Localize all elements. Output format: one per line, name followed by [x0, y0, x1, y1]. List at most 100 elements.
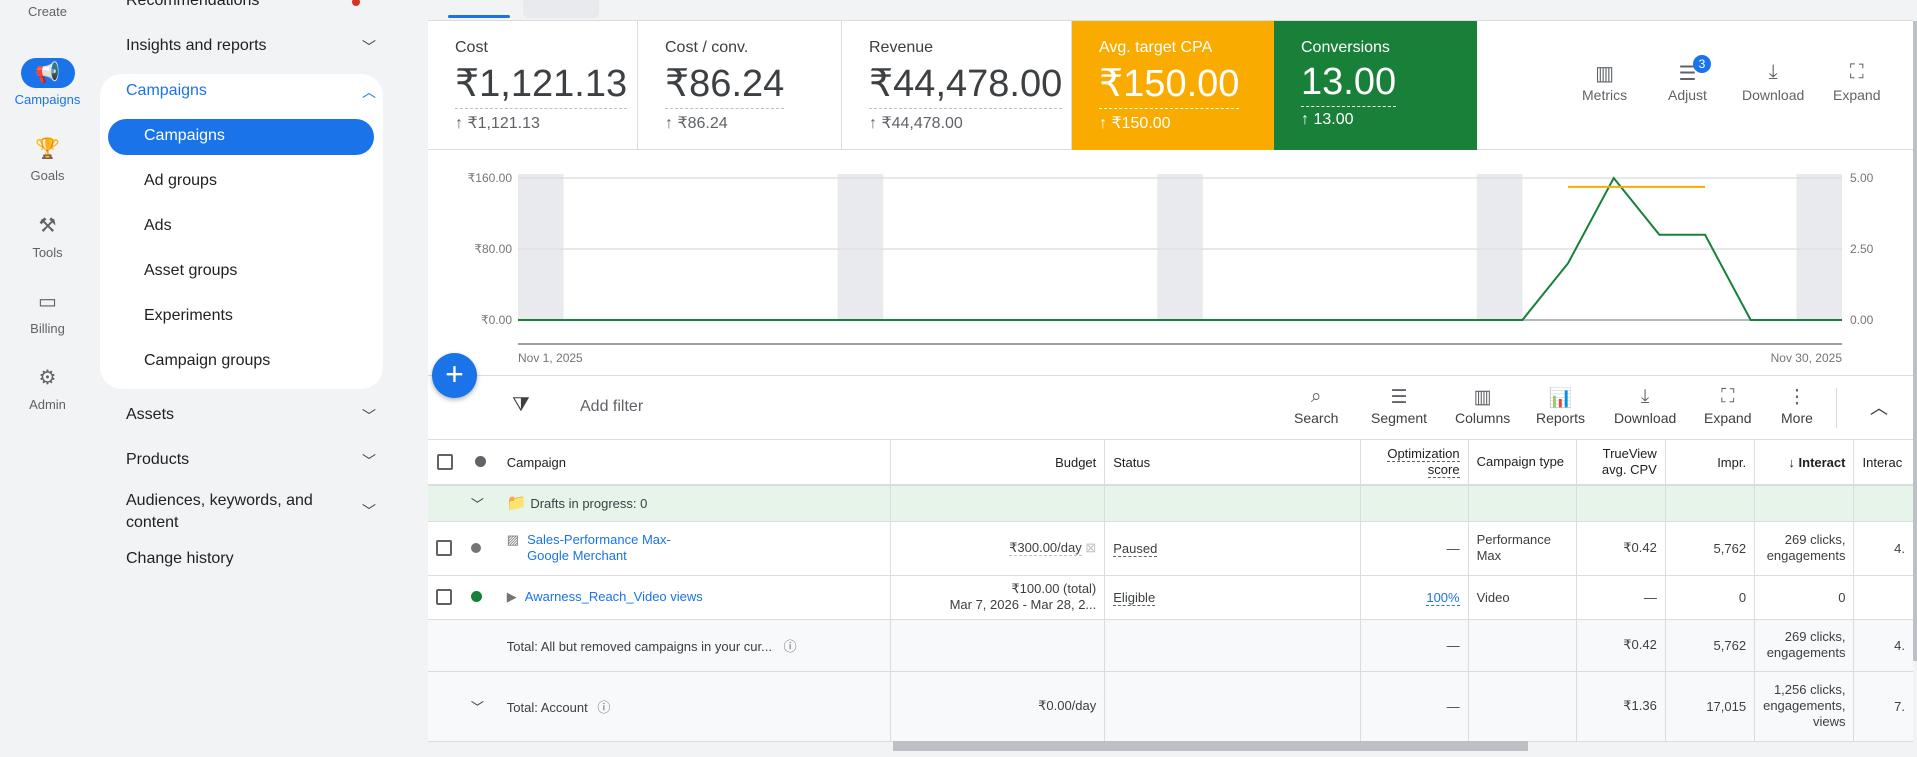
columns-icon: ▥ [1473, 387, 1492, 408]
col-campaign-type[interactable]: Campaign type [1468, 440, 1578, 486]
left-axis-tick: ₹80.00 [474, 242, 512, 256]
search-icon: ⌕ [1310, 386, 1322, 407]
status-filter-dot[interactable] [475, 455, 487, 467]
horizontal-scrollbar[interactable] [893, 741, 1528, 751]
col-interaction-rate[interactable]: Interac [1853, 440, 1913, 486]
add-chart-icon: ▥ [1595, 63, 1615, 85]
card-revenue[interactable]: Revenue ₹44,478.00 ↑ ₹44,478.00 [842, 21, 1072, 150]
weekend-band [1796, 174, 1842, 320]
card-conversions[interactable]: Conversions 13.00 ↑ 13.00 [1274, 21, 1477, 150]
columns-button[interactable]: ▥ Columns [1455, 386, 1510, 426]
nav-sub-ads[interactable]: Ads [144, 217, 394, 235]
status-value[interactable]: Paused [1113, 540, 1158, 557]
expand-button[interactable]: ⛶ Expand [1833, 61, 1880, 103]
nav-sub-campaigns[interactable]: Campaigns [144, 127, 394, 145]
help-icon[interactable]: ⓘ [597, 700, 610, 715]
nav-label: Ad groups [144, 172, 217, 189]
rail-goals[interactable]: 🏆 Goals [0, 134, 95, 183]
col-campaign[interactable]: Campaign [498, 440, 892, 486]
vertical-scrollbar[interactable] [1913, 21, 1917, 661]
rail-campaigns[interactable]: 📢 Campaigns [0, 58, 95, 107]
rail-billing[interactable]: ▭ Billing [0, 287, 95, 336]
status-value[interactable]: Eligible [1113, 589, 1156, 606]
tb-label: Segment [1371, 410, 1428, 426]
drafts-row[interactable]: ﹀ 📁 Drafts in progress: 0 [428, 485, 1913, 522]
rail-label: Campaigns [14, 92, 81, 107]
add-filter-button[interactable]: Add filter [580, 398, 643, 416]
table-toolbar: ⧩ Add filter ⌕ Search ☰ Segment ▥ Columns 📊… [428, 375, 1913, 440]
nav-recommendations[interactable]: Recommendations [126, 0, 376, 10]
col-interactions[interactable]: ↓ Interact [1754, 440, 1855, 486]
nav-label: Campaigns [144, 127, 225, 144]
col-optimization-score[interactable]: Optimization score [1360, 440, 1469, 486]
reports-button[interactable]: 📊 Reports [1536, 386, 1585, 426]
search-button[interactable]: ⌕ Search [1294, 386, 1338, 426]
col-impr[interactable]: Impr. [1665, 440, 1756, 486]
nav-audiences[interactable]: Audiences, keywords, and content ﹀ [126, 490, 376, 534]
budget-value[interactable]: ₹300.00/day [1009, 540, 1082, 556]
segment-button[interactable]: ☰ Segment [1371, 386, 1427, 426]
nav-label: Insights and reports [126, 37, 267, 54]
nav-sub-experiments[interactable]: Experiments [144, 307, 394, 325]
campaign-link[interactable]: Awarness_Reach_Video views [525, 589, 703, 604]
expand-chevron-icon[interactable]: ﹀ [462, 485, 499, 522]
download-button[interactable]: ⤓ Download [1742, 61, 1804, 103]
create-button[interactable]: Create [0, 4, 95, 19]
card-cost[interactable]: Cost ₹1,121.13 ↑ ₹1,121.13 [428, 21, 638, 150]
active-tab-indicator[interactable] [448, 15, 510, 18]
collapse-chevron-up-icon[interactable]: ︿ [1870, 394, 1888, 420]
expand-table-button[interactable]: ⛶ Expand [1704, 386, 1751, 426]
tab[interactable] [523, 0, 599, 18]
rail-admin[interactable]: ⚙ Admin [0, 363, 95, 412]
nav-sub-campaign-groups[interactable]: Campaign groups [144, 352, 394, 370]
metrics-button[interactable]: ▥ Metrics [1582, 61, 1627, 103]
nav-insights[interactable]: Insights and reports ﹀ [126, 37, 376, 55]
more-button[interactable]: ⋮ More [1781, 386, 1813, 426]
col-trueview-cpv[interactable]: TrueView avg. CPV [1576, 440, 1666, 486]
rail-tools[interactable]: ⚒ Tools [0, 211, 95, 260]
tb-label: Columns [1455, 410, 1511, 426]
card-change: ↑ ₹150.00 [1099, 115, 1171, 132]
nav-sub-ad-groups[interactable]: Ad groups [144, 172, 394, 190]
card-cost-per-conv[interactable]: Cost / conv. ₹86.24 ↑ ₹86.24 [638, 21, 842, 150]
col-budget[interactable]: Budget [890, 440, 1106, 486]
create-fab-button[interactable]: + [432, 353, 477, 398]
nav-products[interactable]: Products ﹀ [126, 451, 376, 469]
tools-icon: ⚒ [38, 215, 57, 237]
card-change: ↑ ₹86.24 [665, 115, 728, 132]
weekend-band [1157, 174, 1203, 320]
expand-chevron-icon[interactable]: ﹀ [462, 671, 499, 742]
tab-bar [428, 0, 1913, 21]
adjust-button[interactable]: ☰ 3 Adjust [1668, 55, 1711, 103]
right-axis-tick: 2.50 [1850, 242, 1874, 256]
row-checkbox[interactable] [436, 589, 452, 606]
nav-label: Campaigns [126, 82, 207, 99]
tb-label: Expand [1704, 410, 1752, 426]
campaign-link[interactable]: Sales-Performance Max-Google Merchant [527, 532, 687, 564]
row-checkbox[interactable] [436, 540, 452, 557]
card-avg-target-cpa[interactable]: Avg. target CPA ₹150.00 ↑ ₹150.00 [1072, 21, 1274, 150]
interactions: 1,256 clicks, engagements, views [1754, 671, 1855, 742]
nav-label: Audiences, keywords, and content [126, 492, 313, 531]
budget-value: ₹0.00/day [890, 671, 1106, 742]
nav-label: Experiments [144, 307, 233, 324]
download-table-button[interactable]: ⤓ Download [1614, 386, 1676, 426]
impressions: 17,015 [1665, 671, 1756, 742]
opt-score-link[interactable]: 100% [1426, 589, 1460, 606]
budget-value[interactable]: ₹100.00 (total) [899, 581, 1096, 597]
col-status[interactable]: Status [1104, 440, 1361, 486]
download-icon: ⤓ [1640, 386, 1650, 407]
paused-status-icon [470, 542, 481, 553]
select-all-checkbox[interactable] [437, 454, 454, 471]
card-change: ↑ ₹44,478.00 [869, 115, 963, 132]
nav-change-history[interactable]: Change history [126, 550, 376, 568]
help-icon[interactable]: ⓘ [784, 639, 797, 654]
total-row: Total: All but removed campaigns in your… [428, 619, 1913, 672]
performance-chart: ₹0.00 0.00 ₹80.00 2.50 ₹160.00 5.00 Nov 1, 202… [428, 150, 1913, 375]
nav-campaigns-section[interactable]: Campaigns ︿ [126, 82, 376, 100]
filter-icon[interactable]: ⧩ [512, 394, 530, 417]
chevron-down-icon: ﹀ [362, 453, 376, 469]
nav-sub-asset-groups[interactable]: Asset groups [144, 262, 394, 280]
nav-assets[interactable]: Assets ﹀ [126, 406, 376, 424]
trueview-cpv: ₹0.42 [1576, 521, 1666, 576]
